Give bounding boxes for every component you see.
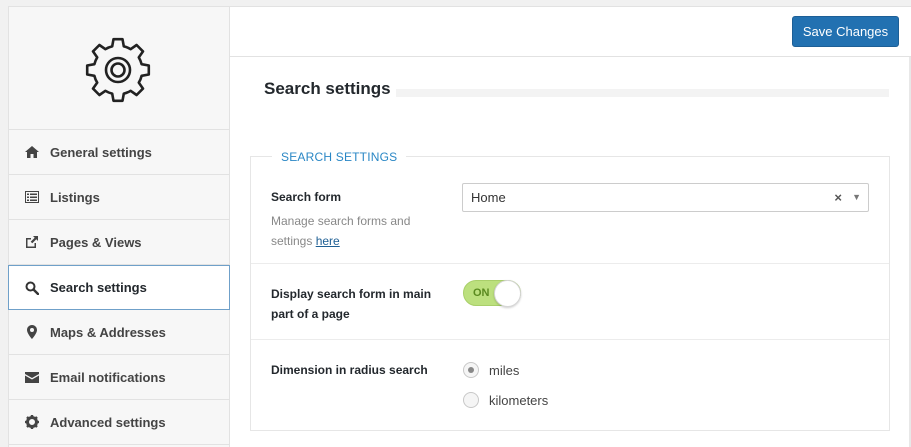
radius-dimension-row: Dimension in radius search miles kilomet… bbox=[251, 340, 889, 431]
radio-miles[interactable] bbox=[463, 362, 479, 378]
radio-option-miles[interactable]: miles bbox=[463, 362, 519, 378]
save-changes-button[interactable]: Save Changes bbox=[792, 16, 899, 47]
list-icon bbox=[24, 189, 40, 205]
sidebar-item-search-settings[interactable]: Search settings bbox=[8, 265, 230, 310]
sidebar-item-label: Email notifications bbox=[50, 369, 166, 385]
sidebar-item-label: Pages & Views bbox=[50, 234, 142, 250]
chevron-down-icon[interactable]: ▼ bbox=[852, 192, 861, 202]
toggle-state-label: ON bbox=[473, 287, 490, 299]
sidebar-item-label: Maps & Addresses bbox=[50, 324, 166, 340]
main-content: Search settings SEARCH SETTINGS Search f… bbox=[230, 57, 911, 447]
header-bar: Save Changes bbox=[230, 7, 911, 57]
sidebar-item-label: General settings bbox=[50, 144, 152, 160]
settings-frame: General settings Listings Pages & Views … bbox=[8, 6, 911, 447]
sidebar-item-advanced-settings[interactable]: Advanced settings bbox=[9, 400, 229, 445]
radio-kilometers[interactable] bbox=[463, 392, 479, 408]
sidebar-item-general-settings[interactable]: General settings bbox=[9, 130, 229, 175]
search-form-select[interactable]: Home × ▼ bbox=[462, 183, 869, 212]
title-divider bbox=[396, 89, 889, 97]
sidebar-item-listings[interactable]: Listings bbox=[9, 175, 229, 220]
display-search-form-label: Display search form in main part of a pa… bbox=[271, 287, 432, 321]
toggle-knob[interactable] bbox=[494, 280, 521, 307]
search-form-label: Search form bbox=[271, 190, 342, 204]
sidebar: General settings Listings Pages & Views … bbox=[8, 7, 230, 447]
external-link-icon bbox=[24, 234, 40, 250]
radius-dimension-label: Dimension in radius search bbox=[271, 363, 428, 377]
search-form-row: Search form Manage search forms and sett… bbox=[251, 157, 889, 264]
envelope-icon bbox=[24, 369, 40, 385]
sidebar-item-label: Listings bbox=[50, 189, 100, 205]
sidebar-item-pages-views[interactable]: Pages & Views bbox=[9, 220, 229, 265]
sidebar-item-maps-addresses[interactable]: Maps & Addresses bbox=[9, 310, 229, 355]
radio-kilometers-label: kilometers bbox=[489, 392, 549, 408]
radio-miles-label: miles bbox=[489, 362, 520, 378]
search-form-selected-value: Home bbox=[471, 190, 506, 205]
sidebar-item-email-notifications[interactable]: Email notifications bbox=[9, 355, 229, 400]
gear-icon bbox=[85, 37, 151, 103]
cog-icon bbox=[24, 414, 40, 430]
page-title: Search settings bbox=[264, 79, 391, 98]
sidebar-item-label: Search settings bbox=[50, 280, 147, 295]
search-icon bbox=[24, 280, 40, 296]
radio-option-kilometers[interactable]: kilometers bbox=[463, 392, 548, 408]
map-marker-icon bbox=[24, 324, 40, 340]
clear-selection-icon[interactable]: × bbox=[834, 190, 842, 205]
display-search-form-toggle[interactable]: ON bbox=[463, 280, 521, 307]
search-form-description-text: Manage search forms and settings bbox=[271, 214, 411, 248]
sidebar-logo bbox=[9, 7, 229, 130]
search-form-description: Manage search forms and settings here bbox=[271, 211, 441, 251]
manage-search-forms-link[interactable]: here bbox=[316, 234, 340, 248]
display-search-form-row: Display search form in main part of a pa… bbox=[251, 264, 889, 340]
home-icon bbox=[24, 144, 40, 160]
search-settings-section: SEARCH SETTINGS Search form Manage searc… bbox=[250, 150, 890, 431]
sidebar-item-label: Advanced settings bbox=[50, 414, 166, 430]
